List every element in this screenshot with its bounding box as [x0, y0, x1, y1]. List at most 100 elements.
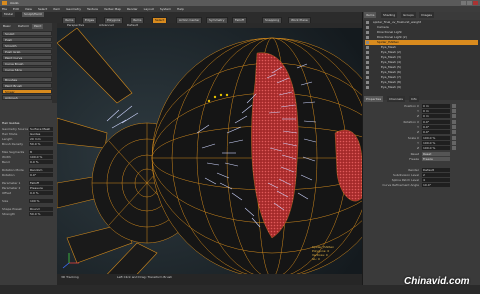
property-field[interactable]: Random: [29, 168, 53, 172]
property-field[interactable]: 0.0°: [422, 125, 450, 129]
tab-shading[interactable]: Shading: [381, 12, 398, 18]
item-list: spider_final_uv_floatunit_weight Camera …: [363, 20, 480, 100]
tool-property: Rotation Mode Random: [2, 168, 55, 172]
tab-images[interactable]: Images: [419, 12, 434, 18]
app-icon: [2, 1, 7, 5]
tool-brushes-button[interactable]: Brushes: [2, 77, 52, 82]
property-field[interactable]: 8: [29, 150, 53, 154]
property-field[interactable]: 10.0°: [422, 183, 450, 187]
tool-property: Offset 0.0 %: [2, 191, 55, 195]
tool-smear-button[interactable]: Smear: [2, 89, 52, 94]
property-field[interactable]: Pressure: [29, 186, 53, 190]
property-field[interactable]: 0.0°: [29, 173, 53, 177]
tool-curve-brush-button[interactable]: Curve Brush: [2, 61, 52, 66]
tool-paint-curve-button[interactable]: Paint Curve: [2, 55, 52, 60]
property-field[interactable]: Guides: [29, 132, 53, 136]
tool-panel: Basic Deform Paint Sculpt Push Smooth Pu…: [0, 23, 58, 285]
tool-properties-title: Hair Guides: [2, 121, 20, 125]
property-field[interactable]: Surface Mesh: [29, 127, 53, 131]
3d-viewport[interactable]: Perspective Advanced Default Spider_HAIR…: [57, 23, 362, 285]
tool-property: Bend 0.0 %: [2, 160, 55, 164]
render-dropdown[interactable]: Default: [422, 168, 450, 172]
visibility-icon[interactable]: [366, 66, 369, 69]
channel-button[interactable]: [452, 125, 456, 129]
visibility-icon[interactable]: [366, 61, 369, 64]
property-field[interactable]: 0.0°: [422, 130, 450, 134]
property-field[interactable]: 20 mm: [29, 137, 53, 141]
tool-push-button[interactable]: Push: [2, 37, 52, 42]
freeze-button[interactable]: Freeze: [422, 157, 450, 161]
channel-button[interactable]: [452, 120, 456, 124]
visibility-icon[interactable]: [366, 46, 369, 49]
minimize-button[interactable]: [461, 1, 466, 5]
viewport-view-dropdown[interactable]: Perspective: [67, 23, 84, 28]
property-field[interactable]: 4: [422, 178, 450, 182]
tool-property: Width 100.0 %: [2, 155, 55, 159]
layout-tab[interactable]: Sculpt/Paint: [22, 12, 44, 17]
tool-property: Strength 50.0 %: [2, 212, 55, 216]
reset-button[interactable]: Reset: [422, 152, 450, 156]
property-field[interactable]: 100.0 %: [422, 146, 450, 150]
tab-properties[interactable]: Properties: [364, 96, 384, 102]
close-button[interactable]: [473, 1, 478, 5]
list-item[interactable]: Eye_Mesh (9): [365, 85, 478, 91]
tool-tab[interactable]: Paint: [32, 24, 44, 29]
tab-items[interactable]: Items: [364, 12, 377, 18]
visibility-icon[interactable]: [366, 51, 369, 54]
property-row: Curve Refinement Angle 10.0°: [365, 183, 478, 188]
property-field[interactable]: 50.0 %: [29, 142, 53, 146]
visibility-icon[interactable]: [366, 31, 369, 34]
tool-airbrush-button[interactable]: Airbrush: [2, 95, 52, 100]
property-field[interactable]: Round: [29, 207, 53, 211]
channel-button[interactable]: [452, 136, 456, 140]
property-field[interactable]: 0.0 %: [29, 160, 53, 164]
property-field[interactable]: 0 m: [422, 114, 450, 118]
tool-tab[interactable]: Basic: [1, 24, 13, 29]
maximize-button[interactable]: [467, 1, 472, 5]
property-field[interactable]: 100.0 %: [422, 136, 450, 140]
property-field[interactable]: 100.0 %: [422, 141, 450, 145]
channel-button[interactable]: [452, 130, 456, 134]
tab-info[interactable]: Info: [409, 96, 419, 102]
visibility-icon[interactable]: [366, 86, 369, 89]
property-field[interactable]: 100.0 %: [29, 155, 53, 159]
layout-tab[interactable]: Model: [2, 12, 16, 17]
property-field[interactable]: 0 m: [422, 104, 450, 108]
property-field[interactable]: 0.0 %: [29, 191, 53, 195]
channel-button[interactable]: [452, 114, 456, 118]
property-field[interactable]: 100 %: [29, 199, 53, 203]
tab-channels[interactable]: Channels: [387, 96, 405, 102]
visibility-icon[interactable]: [366, 81, 369, 84]
property-field[interactable]: Falloff: [29, 181, 53, 185]
property-field[interactable]: 2: [422, 173, 450, 177]
visibility-icon[interactable]: [366, 56, 369, 59]
visibility-icon[interactable]: [366, 76, 369, 79]
property-row: Z0 m: [365, 114, 478, 119]
visibility-icon[interactable]: [366, 21, 369, 24]
viewport-style-dropdown[interactable]: Default: [127, 23, 138, 28]
right-panels: Items Shading Groups Images spider_final…: [362, 12, 480, 285]
tool-paint-brush-button[interactable]: Paint Brush: [2, 83, 52, 88]
channel-button[interactable]: [452, 141, 456, 145]
visibility-icon[interactable]: [366, 41, 369, 44]
property-field[interactable]: 0 m: [422, 109, 450, 113]
property-field[interactable]: 50.0 %: [29, 212, 53, 216]
property-field[interactable]: 0.0°: [422, 120, 450, 124]
property-row: Freeze Freeze: [365, 157, 478, 162]
viewport-status-bar: 3D Tracking Left Click and Drag: Transfo…: [57, 274, 362, 285]
channel-button[interactable]: [452, 109, 456, 113]
tool-push-grab-button[interactable]: Push Grab: [2, 49, 52, 54]
property-row: Z 100.0 %: [365, 146, 478, 151]
tab-groups[interactable]: Groups: [401, 12, 416, 18]
visibility-icon[interactable]: [366, 26, 369, 29]
tool-sculpt-button[interactable]: Sculpt: [2, 31, 52, 36]
input-hint: Left Click and Drag: Transform Brush: [117, 275, 173, 279]
tool-curve-slice-button[interactable]: Curve Slice: [2, 67, 52, 72]
channel-button[interactable]: [452, 104, 456, 108]
viewport-shading-dropdown[interactable]: Advanced: [99, 23, 114, 28]
visibility-icon[interactable]: [366, 71, 369, 74]
visibility-icon[interactable]: [366, 36, 369, 39]
tool-smooth-button[interactable]: Smooth: [2, 43, 52, 48]
tool-tab[interactable]: Deform: [16, 24, 32, 29]
channel-button[interactable]: [452, 146, 456, 150]
